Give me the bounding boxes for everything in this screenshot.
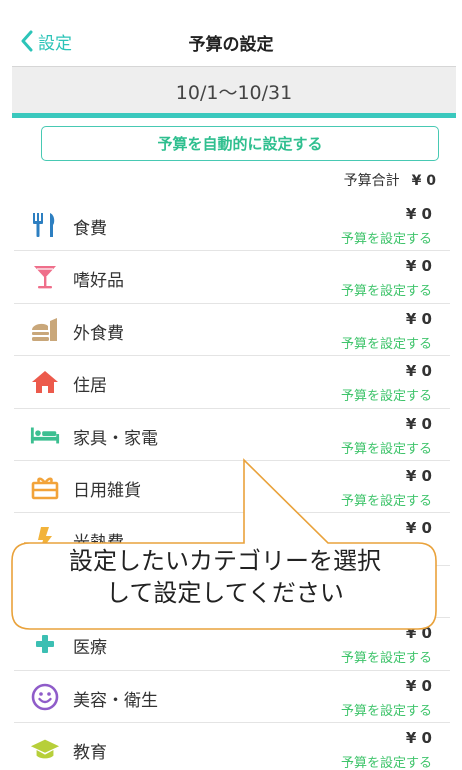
- tooltip-text: 設定したいカテゴリーを選択 して設定してください: [16, 545, 434, 609]
- category-row-housing[interactable]: 住居 ¥ 0 予算を設定する: [0, 356, 462, 409]
- category-name: 外食費: [73, 323, 124, 344]
- cocktail-icon: [30, 264, 60, 290]
- period-selector[interactable]: 10/1〜10/31: [12, 66, 456, 116]
- set-budget-link[interactable]: 予算を設定する: [341, 752, 432, 770]
- budget-total-label: 予算合計: [343, 173, 400, 189]
- budget-total: 予算合計 ¥ 0: [344, 170, 436, 190]
- category-row-furniture[interactable]: 家具・家電 ¥ 0 予算を設定する: [0, 409, 462, 462]
- category-name: 教育: [73, 742, 107, 763]
- set-budget-link[interactable]: 予算を設定する: [341, 490, 432, 509]
- set-budget-link[interactable]: 予算を設定する: [341, 280, 432, 299]
- budget-total-amount: ¥ 0: [411, 173, 436, 189]
- category-row-beauty[interactable]: 美容・衛生 ¥ 0 予算を設定する: [0, 671, 462, 724]
- category-name: 日用雑貨: [73, 480, 141, 501]
- category-amount: ¥ 0: [405, 728, 432, 747]
- burger-icon: [30, 317, 60, 343]
- gift-box-icon: [30, 474, 60, 500]
- bed-icon: [30, 422, 60, 448]
- category-row-luxury[interactable]: 嗜好品 ¥ 0 予算を設定する: [0, 251, 462, 305]
- category-name: 食費: [73, 219, 107, 239]
- category-row-food[interactable]: 食費 ¥ 0 予算を設定する: [0, 199, 462, 252]
- category-name: 嗜好品: [73, 271, 124, 292]
- graduation-cap-icon: [30, 736, 60, 762]
- category-amount: ¥ 0: [405, 257, 432, 276]
- set-budget-link[interactable]: 予算を設定する: [341, 647, 432, 666]
- set-budget-link[interactable]: 予算を設定する: [341, 385, 432, 404]
- category-amount: ¥ 0: [405, 624, 432, 643]
- house-icon: [30, 369, 60, 395]
- set-budget-link[interactable]: 予算を設定する: [341, 228, 432, 247]
- category-amount: ¥ 0: [405, 414, 432, 433]
- utensils-icon: [30, 212, 60, 238]
- category-row-dining-out[interactable]: 外食費 ¥ 0 予算を設定する: [0, 304, 462, 357]
- category-amount: ¥ 0: [405, 205, 432, 223]
- nav-bar: 設定 予算の設定: [0, 0, 462, 66]
- category-amount: ¥ 0: [405, 466, 432, 485]
- category-name: 住居: [73, 376, 107, 397]
- cross-icon: [30, 631, 60, 657]
- category-list: 食費 ¥ 0 予算を設定する 嗜好品 ¥ 0 予算を設定する 外食費 ¥ 0 予…: [0, 199, 462, 770]
- category-name: 家具・家電: [73, 428, 158, 449]
- category-row-daily-goods[interactable]: 日用雑貨 ¥ 0 予算を設定する: [0, 461, 462, 514]
- category-name: 医療: [73, 638, 107, 659]
- set-budget-link[interactable]: 予算を設定する: [341, 333, 432, 352]
- tooltip-line-1: 設定したいカテゴリーを選択: [69, 547, 381, 575]
- auto-set-budget-button[interactable]: 予算を自動的に設定する: [41, 126, 439, 161]
- category-amount: ¥ 0: [405, 676, 432, 695]
- page-title: 予算の設定: [188, 35, 274, 55]
- smile-icon: [30, 683, 60, 710]
- category-row-education[interactable]: 教育 ¥ 0 予算を設定する: [0, 723, 462, 770]
- category-name: 美容・衛生: [73, 690, 158, 711]
- category-row-medical[interactable]: 医療 ¥ 0 予算を設定する: [0, 618, 462, 671]
- set-budget-link[interactable]: 予算を設定する: [341, 438, 432, 457]
- set-budget-link[interactable]: 予算を設定する: [341, 700, 432, 719]
- tooltip-line-2: して設定してください: [106, 579, 344, 607]
- category-amount: ¥ 0: [405, 362, 432, 381]
- category-amount: ¥ 0: [405, 519, 432, 538]
- category-amount: ¥ 0: [405, 309, 432, 328]
- period-underline: [12, 113, 456, 118]
